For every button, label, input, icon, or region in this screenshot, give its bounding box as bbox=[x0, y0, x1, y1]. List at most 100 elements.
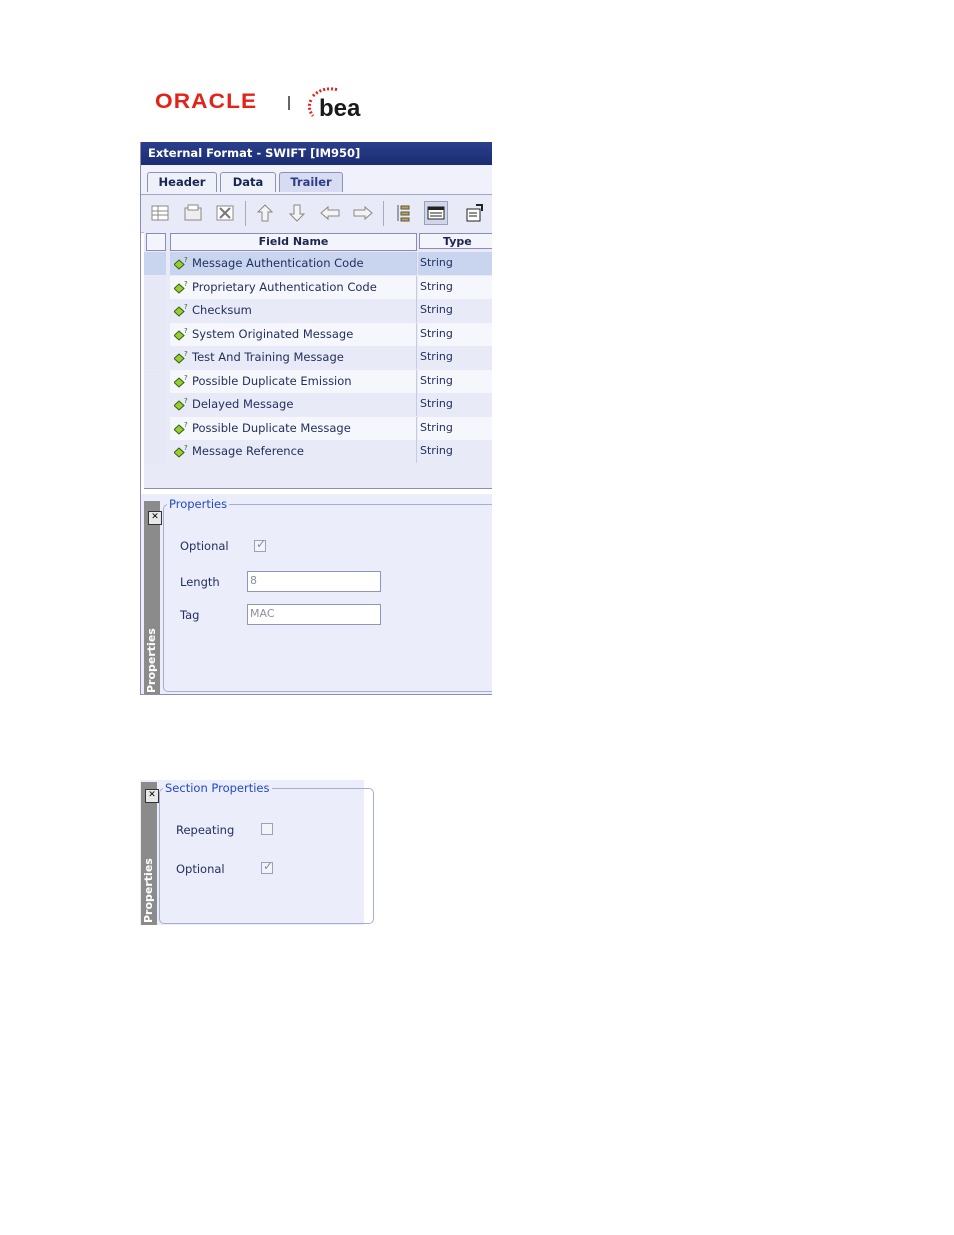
svg-text:?: ? bbox=[184, 303, 188, 311]
toolbar-separator bbox=[245, 201, 246, 226]
field-name-cell: ? Test And Training Message bbox=[170, 346, 417, 369]
field-type-cell: String bbox=[418, 346, 492, 369]
field-name-cell: ? Message Reference bbox=[170, 440, 417, 463]
optional-field-icon: ? bbox=[174, 350, 188, 364]
field-name-text: Possible Duplicate Emission bbox=[192, 373, 352, 388]
field-name-text: Delayed Message bbox=[192, 397, 294, 411]
oracle-wordmark: ORACLE bbox=[155, 90, 258, 113]
field-name-text: Checksum bbox=[192, 303, 252, 317]
logo-divider bbox=[288, 96, 290, 110]
tab-trailer[interactable]: Trailer bbox=[279, 172, 343, 192]
window-title: External Format - SWIFT [IM950] bbox=[141, 142, 492, 165]
field-name-cell: ? Possible Duplicate Emission bbox=[170, 369, 417, 393]
table-row[interactable]: ? Possible Duplicate Emission String bbox=[144, 369, 492, 393]
length-input[interactable]: 8 bbox=[247, 571, 381, 592]
optional-label: Optional bbox=[176, 862, 225, 876]
field-name-cell: ? Possible Duplicate Message bbox=[170, 416, 417, 440]
optional-field-icon: ? bbox=[174, 327, 188, 341]
field-name-text: Test And Training Message bbox=[192, 350, 344, 364]
table-row[interactable]: ? Proprietary Authentication Code String bbox=[144, 275, 492, 299]
grid-view-icon[interactable] bbox=[424, 201, 448, 225]
row-gutter[interactable] bbox=[144, 299, 166, 322]
svg-text:?: ? bbox=[184, 327, 188, 335]
field-type-cell: String bbox=[418, 299, 492, 322]
row-gutter[interactable] bbox=[144, 369, 166, 393]
optional-field-icon: ? bbox=[174, 280, 188, 294]
optional-field-icon: ? bbox=[174, 397, 188, 411]
add-section-icon[interactable] bbox=[181, 201, 205, 225]
svg-text:?: ? bbox=[184, 350, 188, 358]
row-gutter[interactable] bbox=[144, 275, 166, 299]
delete-icon[interactable] bbox=[213, 201, 237, 225]
field-type-cell: String bbox=[418, 440, 492, 463]
add-field-icon[interactable] bbox=[148, 201, 172, 225]
optional-checkbox[interactable]: ✓ bbox=[254, 537, 267, 552]
optional-checkbox[interactable]: ✓ bbox=[261, 859, 273, 874]
svg-text:?: ? bbox=[184, 444, 188, 452]
tag-input[interactable]: MAC bbox=[247, 604, 381, 625]
table-row[interactable]: ? Test And Training Message String bbox=[144, 346, 492, 369]
row-gutter[interactable] bbox=[144, 252, 166, 275]
toolbar-separator bbox=[383, 201, 384, 226]
tree-view-icon[interactable] bbox=[391, 201, 415, 225]
length-label: Length bbox=[180, 575, 220, 589]
oracle-bea-logo: ORACLE bea bbox=[155, 78, 375, 120]
row-gutter[interactable] bbox=[144, 322, 166, 346]
svg-text:?: ? bbox=[184, 421, 188, 429]
table-row[interactable]: ? System Originated Message String bbox=[144, 322, 492, 346]
row-gutter[interactable] bbox=[144, 393, 166, 416]
field-type-cell: String bbox=[418, 322, 492, 346]
tab-data[interactable]: Data bbox=[220, 172, 276, 192]
field-type-cell: String bbox=[418, 275, 492, 299]
row-gutter[interactable] bbox=[144, 440, 166, 463]
select-all-cell[interactable] bbox=[146, 233, 166, 251]
row-gutter[interactable] bbox=[144, 416, 166, 440]
close-icon[interactable]: ✕ bbox=[148, 511, 162, 525]
optional-label: Optional bbox=[180, 539, 229, 553]
field-name-text: Message Authentication Code bbox=[192, 256, 364, 270]
svg-text:?: ? bbox=[184, 256, 188, 264]
field-name-cell: ? Proprietary Authentication Code bbox=[170, 275, 417, 299]
table-row[interactable]: ? Message Reference String bbox=[144, 440, 492, 463]
properties-group bbox=[163, 504, 492, 692]
tag-label: Tag bbox=[180, 608, 200, 622]
svg-text:bea: bea bbox=[319, 95, 361, 120]
row-gutter[interactable] bbox=[144, 346, 166, 369]
table-row[interactable]: ? Delayed Message String bbox=[144, 393, 492, 416]
field-name-cell: ? Message Authentication Code bbox=[170, 252, 417, 275]
field-name-cell: ? System Originated Message bbox=[170, 322, 417, 346]
move-left-icon[interactable] bbox=[318, 201, 342, 225]
optional-field-icon: ? bbox=[174, 421, 188, 435]
close-icon[interactable]: ✕ bbox=[145, 789, 159, 803]
column-header-field-name[interactable]: Field Name bbox=[170, 233, 417, 251]
field-type-cell: String bbox=[418, 416, 492, 440]
tab-header[interactable]: Header bbox=[147, 172, 217, 192]
properties-side-tab: ✕ Properties bbox=[144, 501, 162, 694]
field-name-text: Proprietary Authentication Code bbox=[192, 279, 377, 294]
move-down-icon[interactable] bbox=[285, 201, 309, 225]
table-row[interactable]: ? Checksum String bbox=[144, 299, 492, 322]
grid-header: Field Name Type bbox=[144, 232, 492, 252]
optional-field-icon: ? bbox=[174, 444, 188, 458]
column-header-type[interactable]: Type bbox=[419, 233, 492, 249]
tab-strip: Header Data Trailer bbox=[141, 165, 492, 195]
svg-text:?: ? bbox=[184, 374, 188, 382]
optional-field-icon: ? bbox=[174, 303, 188, 317]
side-tab-label: Properties bbox=[145, 628, 158, 693]
optional-field-icon: ? bbox=[174, 374, 188, 388]
field-name-text: Possible Duplicate Message bbox=[192, 420, 351, 435]
move-right-icon[interactable] bbox=[351, 201, 375, 225]
table-row[interactable]: ? Message Authentication Code String bbox=[144, 252, 492, 275]
table-row[interactable]: ? Possible Duplicate Message String bbox=[144, 416, 492, 440]
move-up-icon[interactable] bbox=[253, 201, 277, 225]
field-type-cell: String bbox=[418, 369, 492, 393]
external-format-window: External Format - SWIFT [IM950] Header D… bbox=[140, 142, 492, 695]
repeating-checkbox[interactable] bbox=[261, 823, 273, 835]
optional-field-icon: ? bbox=[174, 256, 188, 270]
checkmark-icon: ✓ bbox=[256, 537, 267, 551]
properties-icon[interactable] bbox=[462, 201, 486, 225]
side-tab-label: Properties bbox=[142, 858, 155, 923]
field-name-text: System Originated Message bbox=[192, 326, 354, 341]
section-properties-legend: Section Properties bbox=[163, 781, 272, 795]
bea-logo-icon: bea bbox=[307, 87, 361, 120]
